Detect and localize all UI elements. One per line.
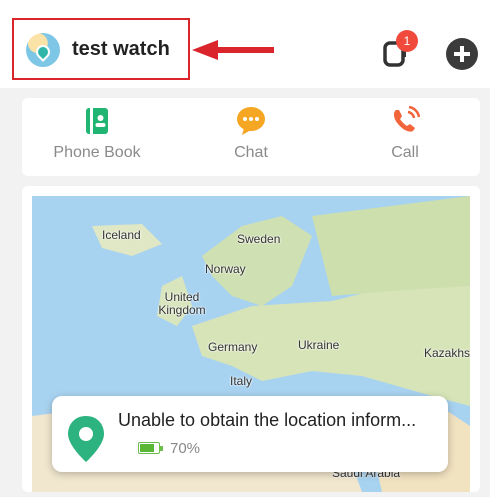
call-label: Call bbox=[391, 144, 419, 161]
phone-call-icon bbox=[393, 106, 420, 132]
chat-button[interactable]: Chat bbox=[176, 98, 326, 176]
device-selector[interactable]: test watch bbox=[12, 18, 190, 80]
map-label-united-kingdom: United Kingdom bbox=[158, 290, 206, 317]
watch-avatar bbox=[26, 33, 60, 67]
chat-label: Chat bbox=[234, 144, 268, 161]
phone-book-label: Phone Book bbox=[53, 144, 141, 161]
location-marker-icon bbox=[68, 416, 104, 462]
location-status-card[interactable]: Unable to obtain the location inform... … bbox=[52, 396, 448, 472]
map-label-iceland: Iceland bbox=[102, 228, 141, 242]
map-label-ukraine: Ukraine bbox=[298, 338, 340, 352]
location-pin-icon bbox=[33, 42, 53, 62]
map-label-norway: Norway bbox=[205, 262, 246, 276]
app-header: test watch 1 bbox=[0, 12, 490, 88]
map-label-kazakhstan: Kazakhs bbox=[424, 346, 470, 360]
location-status-message: Unable to obtain the location inform... bbox=[118, 410, 417, 430]
device-name: test watch bbox=[72, 38, 170, 60]
notification-badge: 1 bbox=[396, 30, 418, 52]
call-button[interactable]: Call bbox=[330, 98, 480, 176]
map-label-germany: Germany bbox=[208, 340, 258, 354]
map-label-italy: Italy bbox=[230, 374, 253, 388]
quick-actions-card: Phone Book Chat Call bbox=[22, 98, 480, 176]
battery-icon bbox=[138, 442, 163, 454]
battery-percentage: 70% bbox=[170, 440, 201, 457]
battery-level-fill bbox=[140, 444, 154, 452]
phonebook-icon bbox=[86, 108, 108, 134]
phone-book-button[interactable]: Phone Book bbox=[22, 98, 172, 176]
annotation-arrow-icon bbox=[192, 40, 274, 60]
map-label-sweden: Sweden bbox=[237, 232, 281, 246]
chat-bubble-icon bbox=[237, 107, 265, 135]
add-circle-icon[interactable] bbox=[446, 38, 478, 70]
